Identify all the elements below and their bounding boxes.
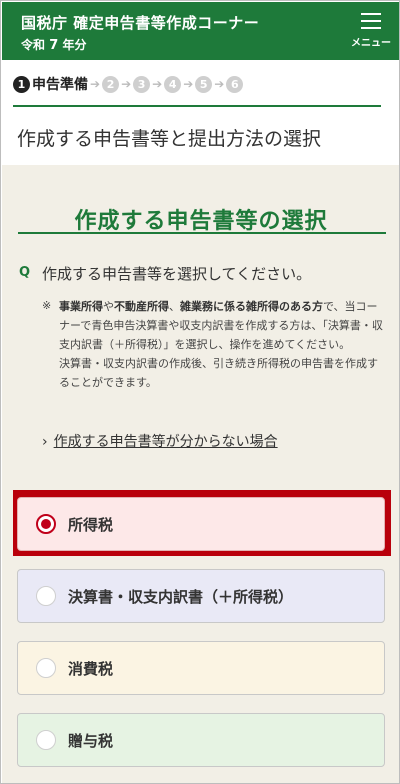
step-5-badge: 5: [195, 75, 213, 93]
note-mark: ※: [42, 299, 52, 312]
year-number: 7: [49, 38, 59, 53]
hamburger-icon: [361, 13, 381, 29]
radio-button[interactable]: [36, 730, 56, 750]
note-text-1: や: [103, 300, 114, 313]
page-title: 作成する申告書等と提出方法の選択: [17, 128, 322, 150]
step-3-badge: 3: [133, 75, 151, 93]
step-1-label: 申告準備: [32, 77, 88, 93]
note-bold-realestate: 不動産所得: [114, 300, 169, 313]
section-title: 作成する申告書等の選択: [74, 209, 328, 234]
note-text-2: 、: [169, 300, 180, 313]
help-link-text[interactable]: 作成する申告書等が分からない場合: [54, 434, 278, 450]
era-label: 令和: [21, 38, 46, 52]
step-divider: [13, 105, 381, 107]
arrow-right-icon: ➔: [121, 77, 132, 91]
option-label: 消費税: [68, 660, 114, 678]
option-label: 贈与税: [68, 732, 114, 750]
question-text: 作成する申告書等を選択してください。: [42, 265, 312, 283]
step-1-badge: 1: [13, 75, 30, 93]
step-indicator: 1 申告準備 ➔ 2 ➔ 3 ➔ 4 ➔ 5 ➔ 6: [13, 73, 244, 95]
step-2-badge: 2: [102, 75, 120, 93]
app-title[interactable]: 国税庁 確定申告書等作成コーナー: [21, 12, 259, 33]
step-6-badge: 6: [226, 75, 244, 93]
tax-year: 令和 7 年分: [21, 36, 86, 53]
app-frame: 国税庁 確定申告書等作成コーナー 令和 7 年分 メニュー 1 申告準備 ➔ 2…: [0, 0, 400, 784]
option-consumption-tax[interactable]: 消費税: [17, 641, 385, 695]
radio-button[interactable]: [36, 586, 56, 606]
radio-button-checked[interactable]: [36, 514, 56, 534]
arrow-right-icon: ➔: [214, 77, 225, 91]
option-financial-statements[interactable]: 決算書・収支内訳書（＋所得税）: [17, 569, 385, 623]
note-bold-misc: 雑業務に係る雑所得のある方: [180, 300, 323, 313]
arrow-right-icon: ➔: [90, 77, 101, 91]
option-label: 所得税: [68, 516, 114, 534]
section-divider: [18, 232, 386, 234]
step-4-badge: 4: [164, 75, 182, 93]
chevron-right-icon: ›: [42, 434, 48, 450]
radio-button[interactable]: [36, 658, 56, 678]
app-header: 国税庁 確定申告書等作成コーナー 令和 7 年分 メニュー: [2, 2, 399, 60]
year-suffix: 年分: [62, 38, 87, 52]
note-text: 事業所得や不動産所得、雑業務に係る雑所得のある方で、当コーナーで青色申告決算書や…: [59, 297, 385, 392]
arrow-right-icon: ➔: [183, 77, 194, 91]
arrow-right-icon: ➔: [152, 77, 163, 91]
note-text-4: 決算書・収支内訳書の作成後、引き続き所得税の申告書を作成することができます。: [59, 357, 378, 389]
option-gift-tax[interactable]: 贈与税: [17, 713, 385, 767]
option-label: 決算書・収支内訳書（＋所得税）: [68, 588, 294, 606]
menu-button[interactable]: メニュー: [346, 8, 396, 56]
help-link[interactable]: › 作成する申告書等が分からない場合: [42, 431, 278, 451]
note-bold-business: 事業所得: [59, 300, 103, 313]
option-income-tax[interactable]: 所得税: [17, 497, 385, 551]
menu-label: メニュー: [351, 38, 391, 49]
question-mark: Q: [19, 265, 31, 280]
